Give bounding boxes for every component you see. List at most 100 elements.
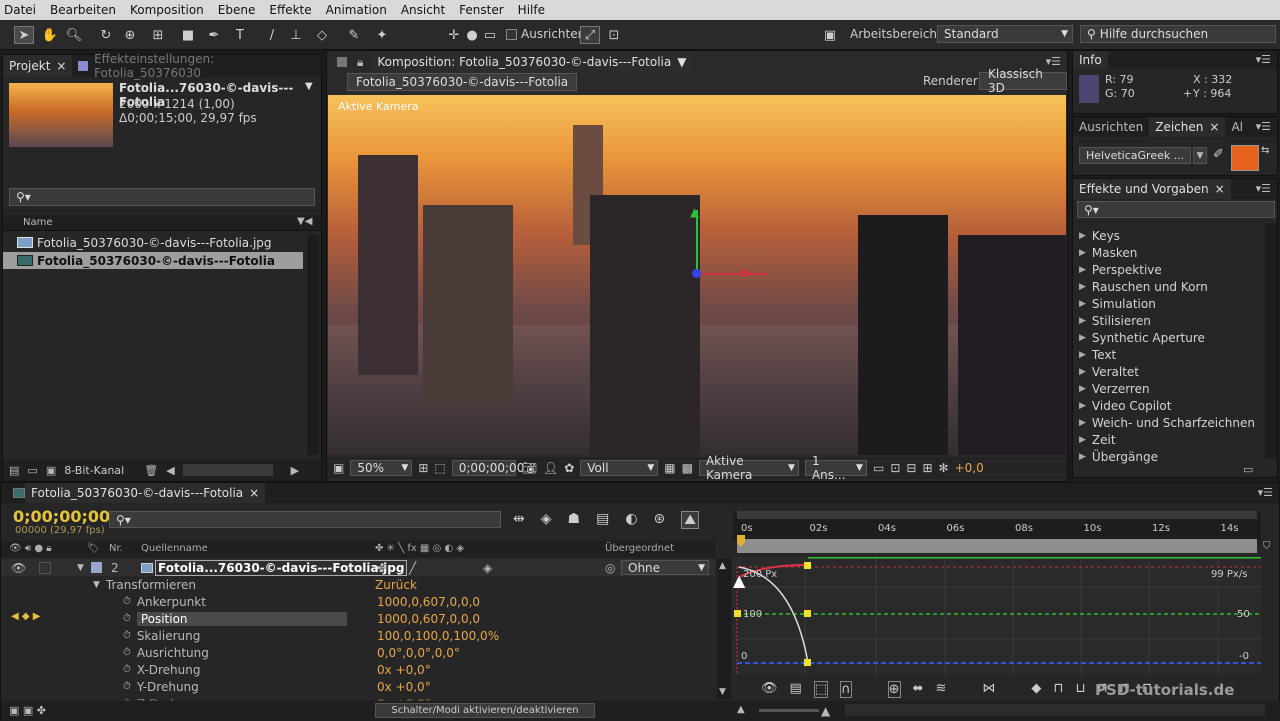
- x-axis-handle[interactable]: [698, 273, 768, 275]
- panel-menu-icon[interactable]: ▾☰: [1256, 182, 1271, 195]
- effects-scrollbar[interactable]: [1265, 223, 1277, 459]
- stopwatch-icon[interactable]: ⏱: [123, 613, 131, 624]
- text-tool-icon[interactable]: T: [230, 26, 250, 44]
- local-axis-icon[interactable]: ✛: [444, 26, 464, 44]
- linear-keyframe-icon[interactable]: ⊔: [1076, 681, 1086, 698]
- tab-effect-controls[interactable]: Effekteinstellungen: Fotolia_50376030: [72, 52, 321, 80]
- menu-item-5[interactable]: Animation: [326, 3, 387, 17]
- snapshot-icon[interactable]: 📷︎: [522, 461, 537, 475]
- effects-category[interactable]: ▶ Masken: [1073, 244, 1265, 261]
- new-folder-icon[interactable]: ▭: [27, 464, 37, 477]
- shy-switch-icon[interactable]: ✤: [377, 561, 387, 575]
- z-axis-handle[interactable]: [692, 269, 701, 278]
- timeline-timecode[interactable]: 0;00;00;00: [13, 507, 110, 526]
- close-icon[interactable]: ×: [249, 486, 259, 500]
- bit-depth-label[interactable]: 8-Bit-Kanal: [64, 464, 124, 477]
- comp-marker-bin-icon[interactable]: ⛉: [1263, 541, 1271, 552]
- puppet-pin-tool-icon[interactable]: ✦: [372, 26, 392, 44]
- solo-toggle[interactable]: [39, 561, 51, 574]
- column-source-header[interactable]: Quellenname: [141, 543, 208, 554]
- property-row[interactable]: ⏱ Position: [123, 610, 347, 627]
- hold-keyframe-icon[interactable]: ⊓: [1053, 681, 1063, 698]
- toggle-switches-modes-button[interactable]: Schalter/Modi aktivieren/deaktivieren: [375, 703, 595, 718]
- property-value[interactable]: 0x +0,0°: [377, 678, 431, 695]
- timeline-zoom-slider[interactable]: [759, 709, 819, 712]
- chevron-down-icon[interactable]: ▼: [677, 55, 686, 69]
- work-area-range[interactable]: [737, 539, 1257, 553]
- parent-select[interactable]: Ohne ▼: [621, 560, 709, 575]
- workspace-select[interactable]: Standard ▼: [937, 25, 1073, 43]
- swap-colors-icon[interactable]: ⇆: [1261, 145, 1269, 156]
- brainstorm-icon[interactable]: ⊛: [654, 511, 666, 529]
- scroll-left-icon[interactable]: ◀: [166, 464, 174, 477]
- show-snapshot-icon[interactable]: 👤︎: [543, 461, 558, 475]
- property-row[interactable]: ⏱ Skalierung: [123, 627, 200, 644]
- property-value[interactable]: 1000,0,607,0,0,0: [377, 593, 480, 610]
- effects-category[interactable]: ▶ Weich- und Scharfzeichnen: [1073, 414, 1265, 431]
- work-area-bar[interactable]: [737, 511, 1257, 519]
- lock-icon[interactable]: 🔒︎: [357, 55, 363, 70]
- exposure-value[interactable]: +0,0: [955, 461, 984, 475]
- reset-link[interactable]: Zurück: [375, 576, 417, 593]
- workspace-icon[interactable]: ▣: [818, 26, 842, 44]
- stopwatch-icon[interactable]: ⏱: [123, 630, 131, 641]
- project-search-input[interactable]: ⚲▾: [9, 188, 315, 206]
- 3d-layer-switch-icon[interactable]: ◈: [483, 561, 492, 575]
- frame-blending-icon[interactable]: ▤: [596, 511, 609, 529]
- fast-previews-icon[interactable]: ⊡: [890, 461, 900, 475]
- pixel-aspect-icon[interactable]: ▭: [873, 461, 884, 475]
- layer-name[interactable]: Fotolia...76030-©-davis---Fotolia.jpg: [155, 559, 408, 576]
- view-select[interactable]: Aktive Kamera ▼: [698, 454, 799, 482]
- effects-category[interactable]: ▶ Text: [1073, 346, 1265, 363]
- panel-menu-icon[interactable]: ▾☰: [1256, 120, 1271, 133]
- effects-category[interactable]: ▶ Stilisieren: [1073, 312, 1265, 329]
- panel-menu-icon[interactable]: ▾☰: [1256, 53, 1271, 66]
- composition-viewer[interactable]: Aktive Kamera ▲ ▶: [328, 95, 1066, 455]
- channel-icon[interactable]: ✿: [564, 461, 574, 475]
- world-axis-icon[interactable]: ●: [462, 26, 482, 44]
- help-search-input[interactable]: ⚲ Hilfe durchsuchen: [1080, 25, 1276, 43]
- brush-tool-icon[interactable]: /: [262, 26, 282, 44]
- tab-character[interactable]: Zeichen ×: [1149, 117, 1226, 137]
- camera-orbit-tool-icon[interactable]: ⊕: [120, 26, 140, 44]
- menu-item-3[interactable]: Ebene: [218, 3, 256, 17]
- close-icon[interactable]: ×: [1209, 120, 1219, 134]
- time-ruler[interactable]: 0s 02s 04s 06s 08s 10s 12s 14s: [733, 511, 1261, 541]
- timeline-horizontal-scrollbar[interactable]: [845, 704, 1265, 716]
- property-value[interactable]: 1000,0,607,0,0,0: [377, 610, 480, 627]
- effects-category[interactable]: ▶ Verzerren: [1073, 380, 1265, 397]
- property-row[interactable]: ⏱ Ausrichtung: [123, 644, 209, 661]
- column-sort-icon[interactable]: ▼◀: [297, 216, 312, 227]
- roto-brush-tool-icon[interactable]: ✎: [344, 26, 364, 44]
- property-row[interactable]: ⏱ Y-Drehung: [123, 678, 199, 695]
- composition-mini-flowchart-icon[interactable]: ⇹: [513, 511, 525, 529]
- graph-editor[interactable]: 200 Px 99 Px/s 100 50 0 -0 ▲: [733, 557, 1261, 675]
- visibility-icon[interactable]: 👁︎: [11, 561, 26, 575]
- pan-behind-tool-icon[interactable]: ⊞: [148, 26, 168, 44]
- tab-more[interactable]: Al: [1225, 117, 1249, 137]
- y-axis-handle[interactable]: [696, 210, 698, 274]
- tab-effects-presets[interactable]: Effekte und Vorgaben ×: [1073, 179, 1231, 199]
- motion-blur-icon[interactable]: ◐: [625, 511, 637, 529]
- zoom-select[interactable]: 50% ▼: [350, 460, 413, 476]
- label-color-swatch[interactable]: [91, 562, 102, 573]
- zoom-range-icon[interactable]: ≋: [935, 681, 946, 698]
- property-row[interactable]: ⏱ X-Drehung: [123, 661, 201, 678]
- effects-category[interactable]: ▶ Rauschen und Korn: [1073, 278, 1265, 295]
- fit-all-icon[interactable]: ⬌: [913, 681, 924, 698]
- stopwatch-icon[interactable]: ⏱: [123, 647, 131, 658]
- new-preset-icon[interactable]: ▭: [1243, 463, 1253, 476]
- safe-zones-icon[interactable]: ⊞: [418, 461, 428, 475]
- fit-selection-icon[interactable]: ⊕: [887, 681, 901, 698]
- snap-options-icon[interactable]: ⊡: [604, 26, 624, 44]
- effects-category[interactable]: ▶ Zeit: [1073, 431, 1265, 448]
- keyframe-navigator[interactable]: ◀ ◆ ▶: [11, 611, 40, 622]
- list-item-selected[interactable]: Fotolia_50376030-©-davis---Fotolia: [3, 252, 303, 269]
- resolution-select[interactable]: Voll ▼: [580, 460, 659, 476]
- new-composition-icon[interactable]: ▣: [46, 464, 56, 477]
- rotate-tool-icon[interactable]: ↻: [96, 26, 116, 44]
- separate-dimensions-icon[interactable]: ⋈: [982, 681, 995, 698]
- effects-category[interactable]: ▶ Veraltet: [1073, 363, 1265, 380]
- effects-category[interactable]: ▶ Synthetic Aperture: [1073, 329, 1265, 346]
- interpret-footage-icon[interactable]: ▤: [9, 464, 19, 477]
